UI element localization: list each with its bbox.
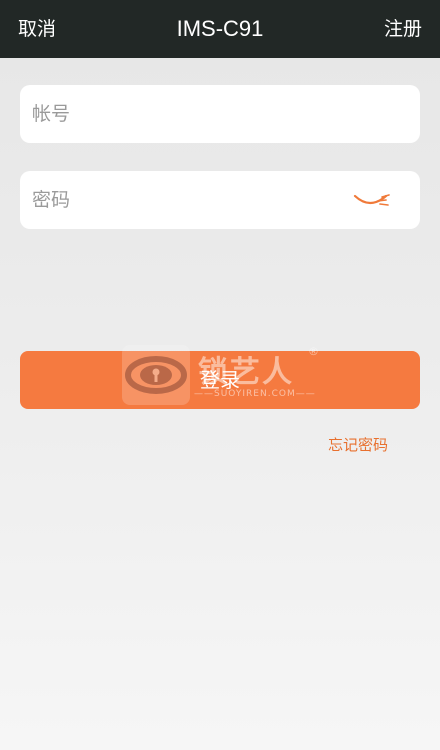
- account-input[interactable]: [32, 85, 352, 143]
- login-button[interactable]: 登录: [20, 351, 420, 409]
- account-field: [20, 85, 420, 143]
- eye-closed-icon[interactable]: [352, 190, 392, 212]
- page-title: IMS-C91: [176, 16, 264, 41]
- top-bar: 取消 IMS-C91 注册: [0, 0, 440, 58]
- register-button[interactable]: 注册: [384, 0, 422, 58]
- password-input[interactable]: [32, 171, 352, 229]
- password-field: [20, 171, 420, 229]
- forgot-password-link[interactable]: 忘记密码: [328, 434, 388, 455]
